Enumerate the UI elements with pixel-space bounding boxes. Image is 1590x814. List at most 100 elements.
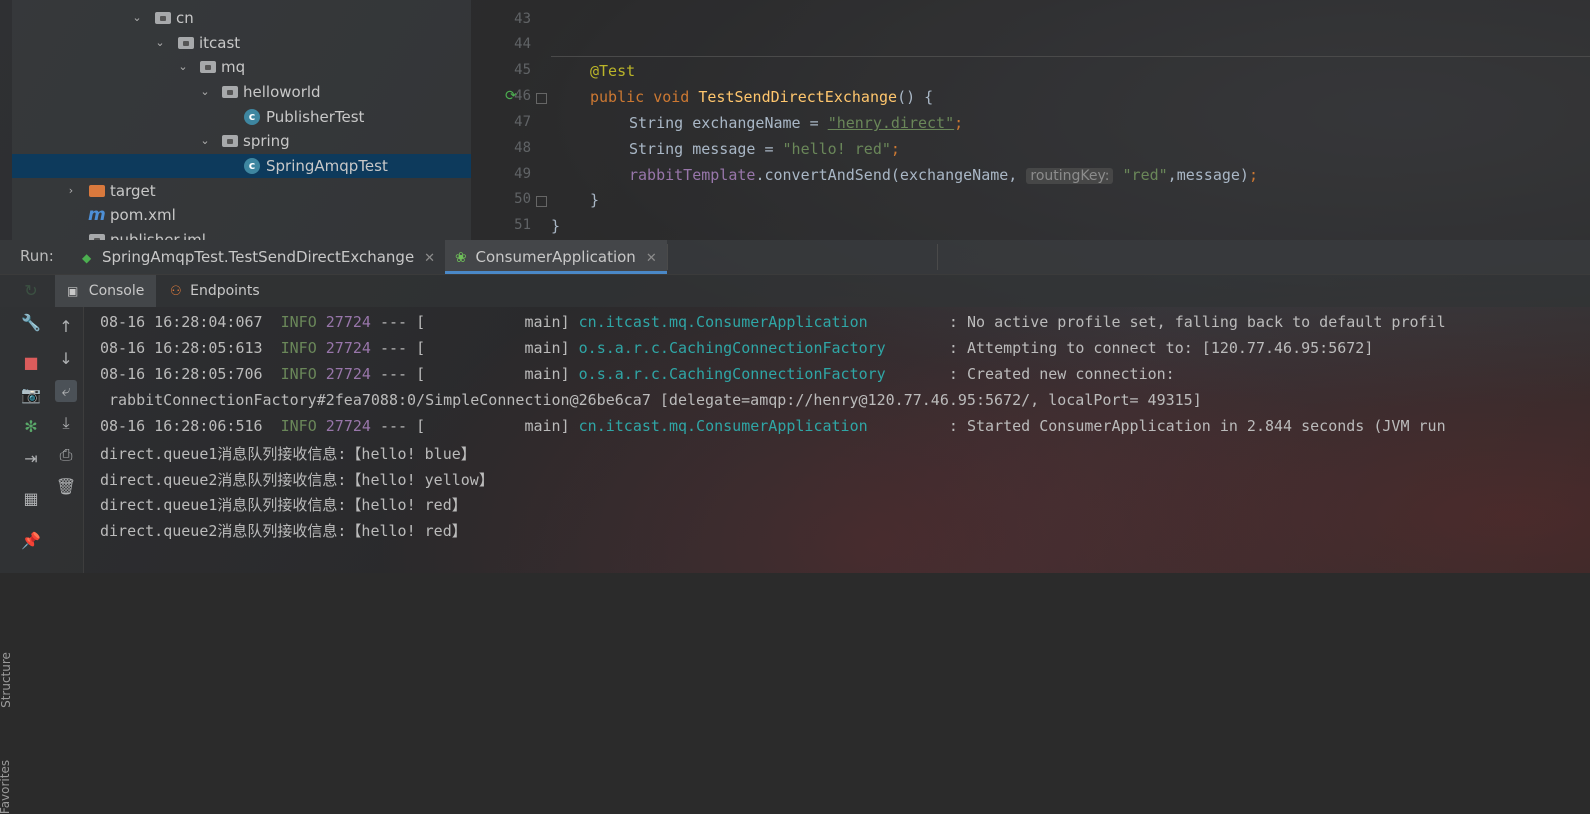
log-timestamp: 08-16 16:28:05:613 [100, 339, 263, 357]
tree-item-publishertest[interactable]: c PublisherTest [12, 105, 471, 129]
package-icon [222, 86, 238, 98]
code-line-46: public void TestSendDirectExchange() { [590, 88, 933, 106]
tree-item-spring[interactable]: ⌄ spring [12, 129, 471, 153]
log-thread: --- [ main] [379, 339, 570, 357]
line-number: 50 [514, 191, 531, 207]
run-tab-label: SpringAmqpTest.TestSendDirectExchange [102, 248, 415, 266]
tab-divider [937, 244, 938, 270]
code-text: ,message) [1167, 166, 1249, 184]
stop-icon[interactable]: ■ [20, 352, 42, 374]
endpoints-icon: ⚇ [170, 284, 182, 299]
tree-item-cn[interactable]: ⌄ cn [12, 6, 471, 30]
tree-item-label: itcast [199, 34, 241, 52]
log-line: 08-16 16:28:05:613 INFO 27724 --- [ main… [100, 339, 1373, 357]
log-level: INFO [280, 339, 317, 357]
chevron-right-icon[interactable]: › [64, 179, 78, 203]
message-line: direct.queue1消息队列接收信息:【hello! red】 [100, 496, 467, 514]
string-literal[interactable]: "henry.direct" [828, 114, 954, 132]
wrench-icon[interactable]: 🔧 [20, 312, 42, 334]
tree-item-target[interactable]: › target [12, 179, 471, 203]
chevron-down-icon[interactable]: ⌄ [198, 129, 212, 153]
log-timestamp: 08-16 16:28:06:516 [100, 417, 263, 435]
test-run-icon: ◆ [82, 251, 92, 265]
tab-console[interactable]: ▣ Console [55, 275, 157, 307]
close-icon[interactable]: ✕ [646, 251, 657, 266]
tab-endpoints[interactable]: ⚇ Endpoints [162, 275, 268, 307]
tree-item-label: target [110, 182, 156, 200]
line-number: 47 [514, 114, 531, 130]
tree-item-helloworld[interactable]: ⌄ helloworld [12, 80, 471, 104]
layout-icon[interactable]: ▦ [20, 488, 42, 510]
code-text: String message = [629, 140, 783, 158]
run-tab-springamqptest[interactable]: ◆ SpringAmqpTest.TestSendDirectExchange ✕ [74, 240, 443, 274]
tree-item-pom[interactable]: m pom.xml [12, 203, 471, 227]
run-toolbar-secondary: ↑ ↓ ⤶ ⤓ ⎙ 🗑 [50, 307, 84, 573]
log-timestamp: 08-16 16:28:04:067 [100, 313, 263, 331]
log-logger: cn.itcast.mq.ConsumerApplication [578, 417, 868, 435]
log-pid: 27724 [325, 339, 371, 357]
log-timestamp: 08-16 16:28:05:706 [100, 365, 263, 383]
code-semicolon: ; [954, 114, 964, 132]
line-number: 44 [514, 36, 531, 52]
console-output[interactable]: 08-16 16:28:04:067 INFO 27724 --- [ main… [85, 307, 1590, 573]
run-tab-label: ConsumerApplication [475, 248, 636, 266]
code-line-51: } [551, 217, 561, 235]
tree-item-label: helloworld [243, 83, 321, 101]
print-icon[interactable]: ⎙ [55, 444, 77, 466]
debug-icon[interactable]: ✻ [20, 416, 42, 438]
maven-icon: m [88, 205, 106, 225]
java-class-icon: c [244, 158, 260, 174]
line-number: 43 [514, 11, 531, 27]
fold-icon[interactable] [536, 196, 547, 207]
chevron-down-icon[interactable]: ⌄ [198, 80, 212, 104]
tree-item-iml[interactable]: publisher.iml [12, 228, 471, 240]
field-name: rabbitTemplate [629, 166, 756, 184]
soft-wrap-icon[interactable]: ⤶ [55, 380, 77, 402]
run-label: Run: [20, 247, 54, 265]
trash-icon[interactable]: 🗑 [55, 476, 77, 498]
log-level: INFO [280, 417, 317, 435]
java-class-icon: c [244, 109, 260, 125]
chevron-down-icon[interactable]: ⌄ [176, 55, 190, 79]
arrow-up-icon[interactable]: ↑ [55, 316, 77, 338]
code-line-50: } [590, 191, 600, 209]
chevron-down-icon[interactable]: ⌄ [130, 6, 144, 30]
run-tab-consumerapplication[interactable]: ❀ ConsumerApplication ✕ [445, 240, 667, 274]
code-editor[interactable]: 43 44 45 46 47 48 49 50 51 ⟳ @Test publi… [471, 0, 1590, 240]
line-number: 45 [514, 62, 531, 78]
annotation-test: @Test [590, 62, 636, 80]
log-line: 08-16 16:28:05:706 INFO 27724 --- [ main… [100, 365, 1175, 383]
arrow-down-icon[interactable]: ↓ [55, 348, 77, 370]
log-message: : Created new connection: [948, 365, 1175, 383]
method-name: TestSendDirectExchange [698, 88, 898, 106]
log-line: 08-16 16:28:04:067 INFO 27724 --- [ main… [100, 313, 1446, 331]
console-icon: ▣ [67, 284, 79, 298]
favorites-side-tab[interactable]: Favorites [0, 760, 12, 814]
code-text: String exchangeName = [629, 114, 828, 132]
code-line-48: String message = "hello! red"; [629, 140, 900, 158]
console-tabs: ▣ Console ⚇ Endpoints [0, 275, 1590, 307]
run-test-icon[interactable]: ⟳ [505, 88, 521, 104]
camera-icon[interactable]: 📷 [20, 384, 42, 406]
exit-icon[interactable]: ⇥ [20, 448, 42, 470]
code-line-47: String exchangeName = "henry.direct"; [629, 114, 963, 132]
fold-icon[interactable] [536, 93, 547, 104]
tree-item-springamqptest[interactable]: c SpringAmqpTest [12, 154, 471, 178]
chevron-down-icon[interactable]: ⌄ [153, 31, 167, 55]
tree-item-itcast[interactable]: ⌄ itcast [12, 31, 471, 55]
pin-icon[interactable]: 📌 [20, 530, 42, 552]
log-pid: 27724 [325, 313, 371, 331]
line-number: 48 [514, 140, 531, 156]
message-line: direct.queue1消息队列接收信息:【hello! blue】 [100, 445, 476, 463]
code-text: .convertAndSend(exchangeName, [755, 166, 1018, 184]
message-line: direct.queue2消息队列接收信息:【hello! red】 [100, 522, 467, 540]
project-tree: ⌄ cn ⌄ itcast ⌄ mq ⌄ helloworld c Publis… [12, 0, 471, 240]
close-icon[interactable]: ✕ [424, 251, 435, 266]
package-icon [155, 12, 171, 24]
code-punct: () { [897, 88, 934, 106]
run-toolbar-primary: ↻ 🔧 ■ 📷 ✻ ⇥ ▦ 📌 Structure Favorites [0, 275, 50, 814]
tree-item-mq[interactable]: ⌄ mq [12, 55, 471, 79]
structure-side-tab[interactable]: Structure [0, 652, 13, 708]
scroll-to-end-icon[interactable]: ⤓ [55, 412, 77, 434]
log-message: : Attempting to connect to: [120.77.46.9… [948, 339, 1374, 357]
